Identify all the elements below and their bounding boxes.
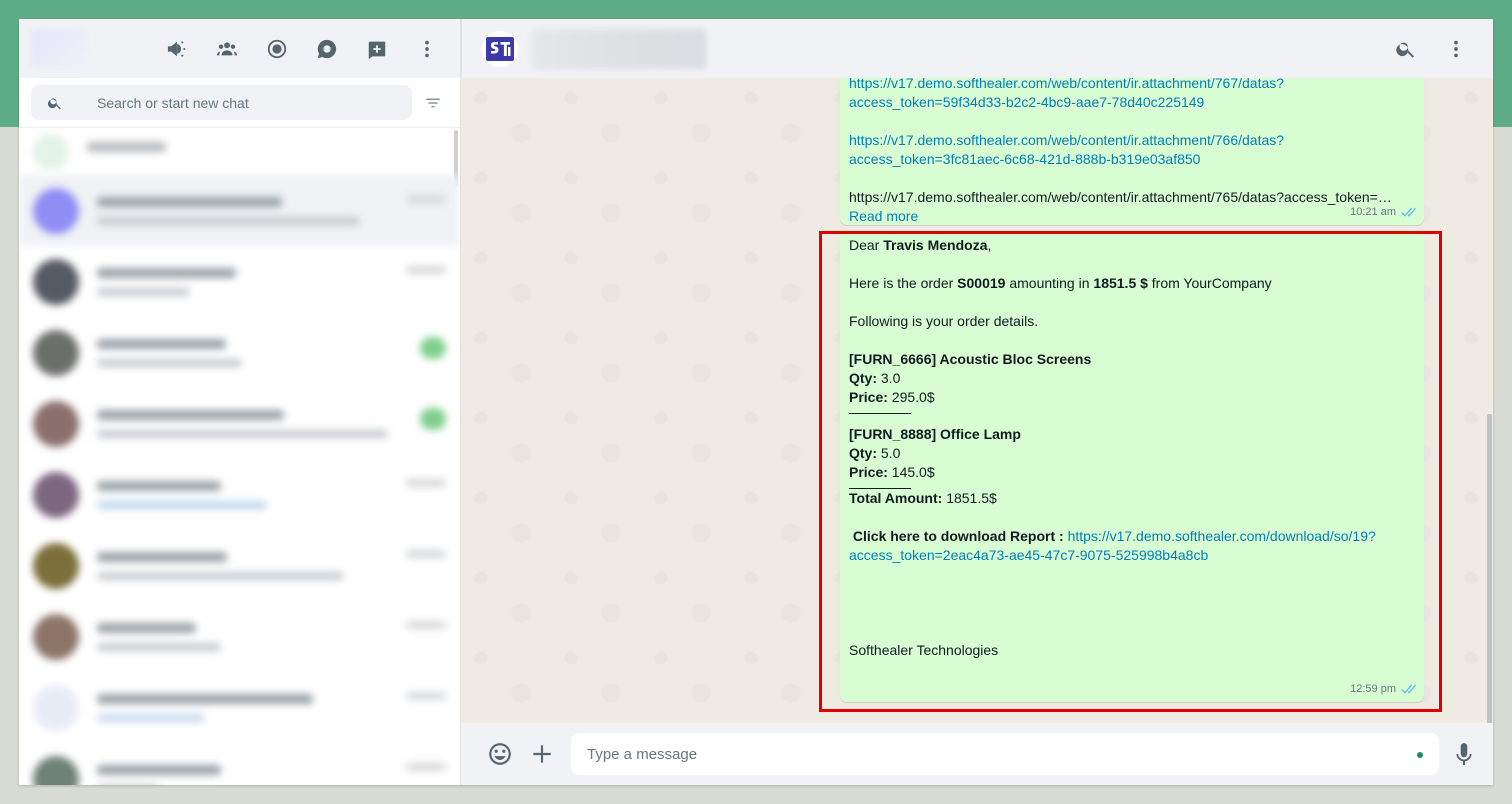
- order-line-name: [FURN_6666] Acoustic Bloc Screens: [849, 351, 1092, 367]
- double-check-icon: [1401, 684, 1416, 694]
- chat-panel: https://v17.demo.softhealer.com/web/cont…: [461, 19, 1493, 785]
- chat-header-toolbar: [1391, 34, 1471, 64]
- search-icon[interactable]: [47, 95, 63, 111]
- chat-list-item[interactable]: [19, 672, 460, 743]
- chat-list-item[interactable]: [19, 459, 460, 530]
- communities-icon[interactable]: [162, 34, 192, 64]
- download-report: Click here to download Report : https://…: [849, 528, 1376, 563]
- read-more-link[interactable]: Read more: [849, 208, 918, 224]
- message-input[interactable]: [587, 745, 1423, 763]
- sidebar-header: [19, 19, 460, 78]
- profile-avatar[interactable]: [31, 28, 87, 69]
- chat-list-item[interactable]: [19, 246, 460, 317]
- sidebar-toolbar: [162, 34, 442, 64]
- order-summary: Here is the order S00019 amounting in 18…: [849, 275, 1272, 291]
- chat-header: [461, 19, 1493, 78]
- status-icon[interactable]: [262, 34, 292, 64]
- sidebar-menu-icon[interactable]: [412, 34, 442, 64]
- groups-icon[interactable]: [212, 34, 242, 64]
- search-row: [19, 78, 460, 128]
- message-input-box: [571, 733, 1439, 775]
- search-input[interactable]: [97, 94, 377, 111]
- greeting: Dear Travis Mendoza,: [849, 237, 992, 253]
- softhealer-logo-icon[interactable]: [482, 30, 518, 67]
- order-line-name: [FURN_8888] Office Lamp: [849, 426, 1021, 442]
- details-intro: Following is your order details.: [849, 313, 1039, 329]
- whatsapp-web-app: https://v17.demo.softhealer.com/web/cont…: [19, 19, 1493, 785]
- total-amount: Total Amount: 1851.5$: [849, 490, 997, 506]
- order-line-price: Price: 145.0$: [849, 464, 935, 480]
- emoji-icon[interactable]: [485, 739, 515, 769]
- order-line-qty: Qty: 3.0: [849, 370, 901, 386]
- chat-list-item[interactable]: [19, 388, 460, 459]
- search-box: [31, 85, 412, 120]
- chat-list-item[interactable]: [19, 743, 460, 785]
- divider: [849, 413, 911, 414]
- order-line-price: Price: 295.0$: [849, 389, 935, 405]
- search-icon[interactable]: [1391, 34, 1421, 64]
- chat-list-item[interactable]: [19, 128, 460, 175]
- channels-icon[interactable]: [312, 34, 342, 64]
- order-line-qty: Qty: 5.0: [849, 445, 901, 461]
- attach-plus-icon[interactable]: [527, 739, 557, 769]
- chat-menu-icon[interactable]: [1441, 34, 1471, 64]
- chat-list: [19, 128, 460, 785]
- outgoing-message-order-details[interactable]: Dear Travis Mendoza, Here is the order S…: [840, 230, 1424, 702]
- compose-bar: [461, 723, 1493, 785]
- contact-name-blurred[interactable]: [532, 28, 706, 69]
- chat-list-item[interactable]: [19, 317, 460, 388]
- conversation-area[interactable]: https://v17.demo.softhealer.com/web/cont…: [461, 78, 1493, 723]
- truncated-text: https://v17.demo.softhealer.com/web/cont…: [849, 189, 1392, 205]
- status-dot: [1417, 752, 1423, 758]
- attachment-link[interactable]: https://v17.demo.softhealer.com/web/cont…: [849, 132, 1284, 167]
- signature: Softhealer Technologies: [849, 642, 999, 658]
- microphone-icon[interactable]: [1449, 739, 1479, 769]
- chat-list-item[interactable]: [19, 530, 460, 601]
- filter-icon[interactable]: [418, 88, 448, 118]
- new-chat-icon[interactable]: [362, 34, 392, 64]
- sidebar: [19, 19, 461, 785]
- message-time: 12:59 pm: [1350, 680, 1416, 699]
- double-check-icon: [1401, 207, 1416, 217]
- chat-list-item[interactable]: [19, 601, 460, 672]
- message-time: 10:21 am: [1350, 203, 1416, 222]
- attachment-link[interactable]: https://v17.demo.softhealer.com/web/cont…: [849, 78, 1284, 110]
- conversation-scrollbar[interactable]: [1487, 414, 1492, 723]
- chat-list-item[interactable]: [19, 175, 460, 246]
- outgoing-message-attachments[interactable]: https://v17.demo.softhealer.com/web/cont…: [840, 78, 1424, 225]
